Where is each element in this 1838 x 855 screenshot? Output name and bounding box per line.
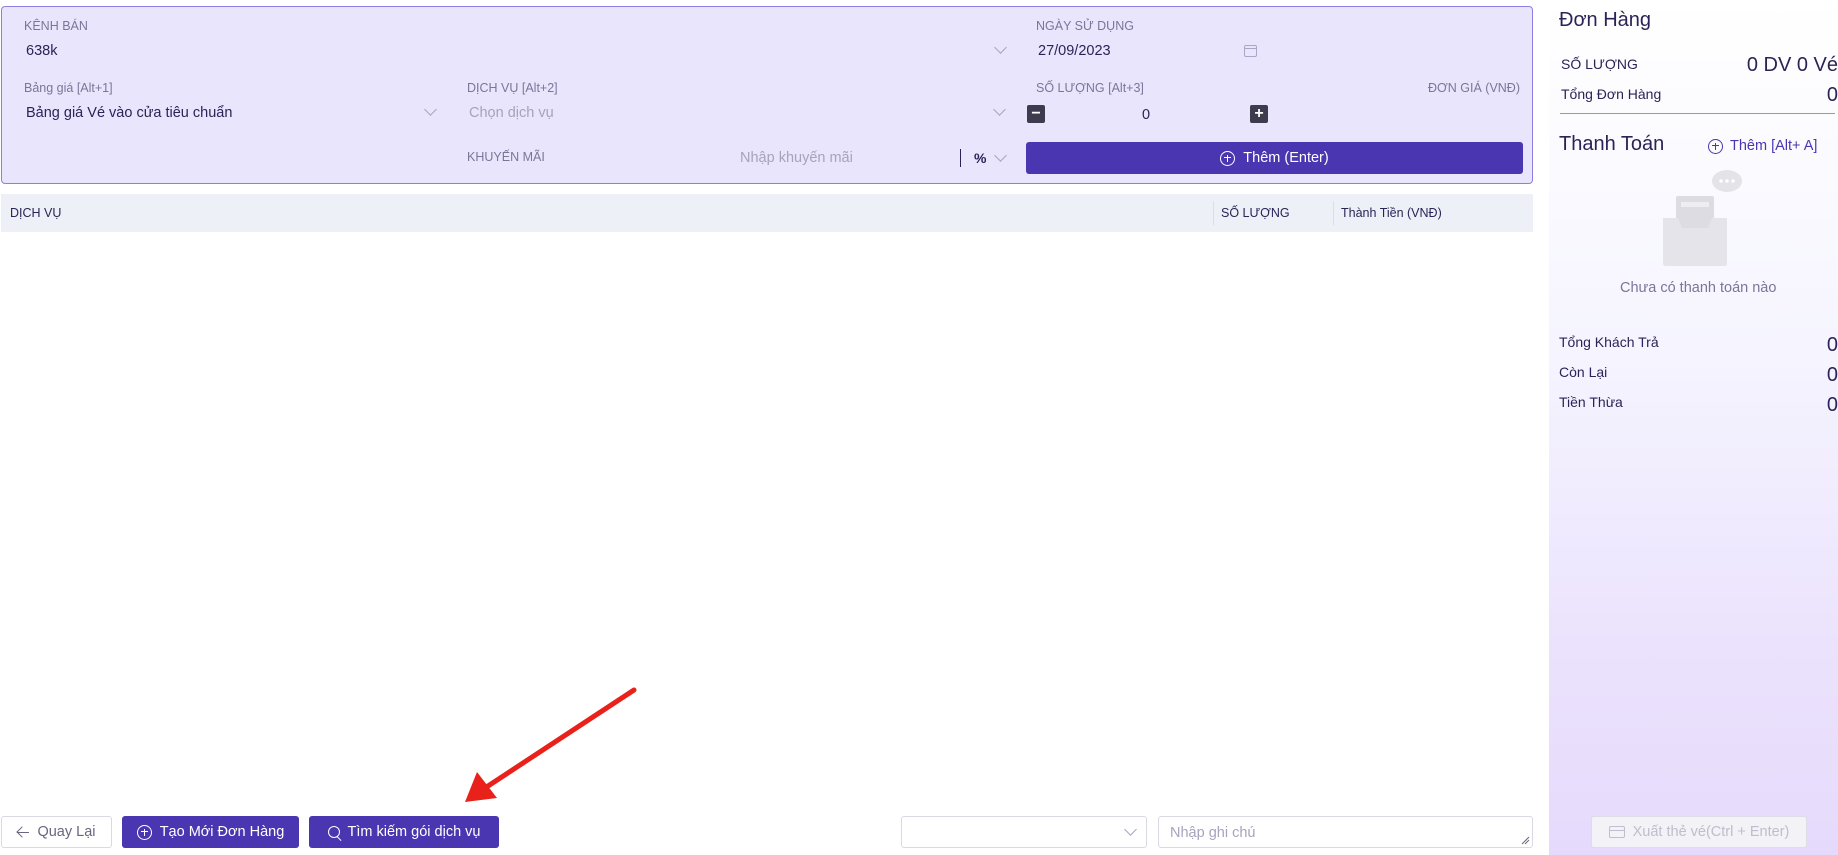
new-order-button[interactable]: Tạo Mới Đơn Hàng: [122, 816, 299, 848]
promotion-unit-value: %: [974, 150, 987, 166]
order-quantity-label: SỐ LƯỢNG: [1561, 56, 1638, 72]
date-picker[interactable]: 27/09/2023: [1034, 37, 1264, 63]
add-payment-button-label: Thêm [Alt+ A]: [1730, 138, 1818, 154]
add-circle-icon: [1708, 138, 1723, 154]
total-order-value: 0: [1826, 84, 1838, 106]
promotion-label: KHUYẾN MÃI: [467, 150, 545, 164]
minus-button[interactable]: −: [1027, 105, 1045, 123]
annotation-arrow: [465, 687, 637, 802]
chevron-down-icon: [994, 41, 1007, 54]
channel-select[interactable]: 638k: [22, 37, 1012, 63]
promotion-unit-select[interactable]: %: [972, 147, 1012, 169]
quantity-value[interactable]: 0: [1142, 107, 1150, 123]
arrow-left-icon: [17, 826, 30, 838]
note-placeholder: Nhập ghi chú: [1170, 825, 1256, 841]
customer-paid-value: 0: [1826, 334, 1838, 356]
export-ticket-button-label: Xuất thẻ vé(Ctrl + Enter): [1632, 824, 1790, 840]
chevron-down-icon: [424, 103, 437, 116]
order-summary-sidebar: Đơn Hàng SỐ LƯỢNG 0 DV 0 Vé Tổng Đơn Hàn…: [1549, 0, 1838, 855]
change-value: 0: [1826, 394, 1838, 416]
add-payment-button[interactable]: Thêm [Alt+ A]: [1708, 138, 1817, 154]
promotion-input[interactable]: Nhập khuyến mãi: [740, 150, 853, 166]
service-placeholder: Chọn dịch vụ: [469, 105, 554, 121]
add-circle-icon: [1220, 150, 1236, 166]
add-circle-icon: [136, 824, 152, 840]
search-icon: [327, 826, 340, 838]
quantity-label: SỐ LƯỢNG [Alt+3]: [1036, 81, 1144, 95]
empty-inbox-icon: [1663, 170, 1742, 266]
column-divider: [1333, 201, 1334, 225]
date-value: 27/09/2023: [1038, 43, 1111, 59]
column-divider: [1213, 201, 1214, 225]
new-order-button-label: Tạo Mới Đơn Hàng: [159, 824, 285, 840]
divider: [960, 149, 961, 167]
unit-price-label: ĐƠN GIÁ (VNĐ): [1428, 81, 1520, 95]
note-input[interactable]: Nhập ghi chú: [1158, 816, 1533, 848]
chevron-down-icon: [994, 149, 1007, 162]
order-form-panel: KÊNH BÁN 638k NGÀY SỬ DỤNG 27/09/2023 Bả…: [1, 6, 1533, 184]
export-ticket-button[interactable]: Xuất thẻ vé(Ctrl + Enter): [1591, 816, 1807, 848]
customer-paid-label: Tổng Khách Trả: [1559, 334, 1659, 350]
chevron-down-icon: [993, 103, 1006, 116]
order-quantity-value: 0 DV 0 Vé: [1746, 54, 1838, 76]
remaining-label: Còn Lại: [1559, 364, 1608, 380]
order-title: Đơn Hàng: [1559, 9, 1652, 31]
channel-label: KÊNH BÁN: [24, 19, 88, 33]
add-service-button-label: Thêm (Enter): [1243, 150, 1329, 166]
change-label: Tiền Thừa: [1559, 394, 1623, 410]
card-icon: [1608, 826, 1625, 838]
price-list-select[interactable]: Bảng giá Vé vào cửa tiêu chuẩn: [22, 99, 442, 125]
calendar-icon: [1244, 45, 1257, 57]
price-list-label: Bảng giá [Alt+1]: [24, 81, 113, 95]
services-table-header: DỊCH VỤ SỐ LƯỢNG Thành Tiền (VNĐ): [1, 194, 1533, 232]
total-order-label: Tổng Đơn Hàng: [1561, 86, 1662, 102]
price-list-value: Bảng giá Vé vào cửa tiêu chuẩn: [26, 105, 233, 121]
column-header-amount: Thành Tiền (VNĐ): [1341, 206, 1442, 220]
payment-title: Thanh Toán: [1559, 133, 1665, 155]
date-label: NGÀY SỬ DỤNG: [1036, 19, 1134, 33]
search-service-package-button[interactable]: Tìm kiếm gói dịch vụ: [309, 816, 499, 848]
service-label: DỊCH VỤ [Alt+2]: [467, 81, 558, 95]
remaining-value: 0: [1826, 364, 1838, 386]
channel-value: 638k: [26, 43, 58, 59]
bottom-select[interactable]: [901, 816, 1147, 848]
order-page: KÊNH BÁN 638k NGÀY SỬ DỤNG 27/09/2023 Bả…: [0, 0, 1838, 855]
chevron-down-icon: [1124, 823, 1137, 836]
column-header-quantity: SỐ LƯỢNG: [1221, 206, 1290, 220]
plus-button[interactable]: +: [1250, 105, 1268, 123]
back-button[interactable]: Quay Lại: [1, 816, 112, 848]
resize-handle-icon[interactable]: [1521, 836, 1530, 845]
add-service-button[interactable]: Thêm (Enter): [1026, 142, 1523, 174]
empty-payment-text: Chưa có thanh toán nào: [1620, 280, 1777, 296]
service-select[interactable]: Chọn dịch vụ: [465, 99, 1013, 125]
services-table-body: [1, 232, 1533, 802]
divider: [1560, 113, 1835, 114]
search-service-package-button-label: Tìm kiếm gói dịch vụ: [347, 824, 481, 840]
back-button-label: Quay Lại: [37, 824, 96, 840]
column-header-service: DỊCH VỤ: [10, 206, 62, 220]
